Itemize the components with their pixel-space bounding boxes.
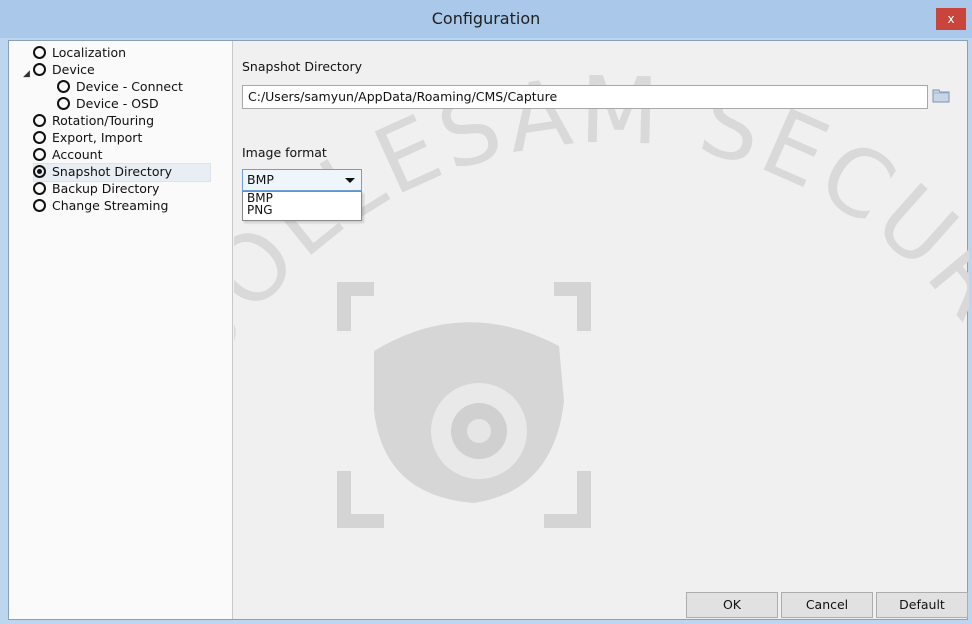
watermark-logo: DOLLESAM SECURITY — [234, 41, 969, 528]
tree-item-label: Account — [52, 147, 103, 162]
dropdown-option-png[interactable]: PNG — [243, 204, 361, 216]
snapshot-directory-input[interactable]: C:/Users/samyun/AppData/Roaming/CMS/Capt… — [242, 85, 928, 109]
tree-item-label: Localization — [52, 45, 127, 60]
tree-item-device-osd[interactable]: Device - OSD — [57, 96, 159, 112]
tree-item-snapshot-directory[interactable]: Snapshot Directory — [33, 164, 172, 180]
tree-item-label: Snapshot Directory — [52, 164, 173, 179]
tree-item-export-import[interactable]: Export, Import — [33, 130, 142, 146]
tree-item-device[interactable]: Device — [33, 62, 95, 78]
tree-item-backup-directory[interactable]: Backup Directory — [33, 181, 159, 197]
radio-icon — [33, 63, 46, 76]
radio-icon — [57, 80, 70, 93]
dome-camera-icon — [374, 322, 564, 503]
cancel-button[interactable]: Cancel — [781, 592, 873, 618]
tree-item-account[interactable]: Account — [33, 147, 102, 163]
radio-icon — [57, 97, 70, 110]
tree-item-label: Backup Directory — [52, 181, 160, 196]
radio-icon — [33, 46, 46, 59]
radio-selected-icon — [33, 165, 46, 178]
configuration-window: Configuration x ◢ Localization Device De… — [0, 0, 972, 624]
chevron-down-icon[interactable] — [345, 178, 355, 183]
dialog-client-area: ◢ Localization Device Device - Connect D… — [8, 40, 969, 620]
image-format-dropdown-list: BMP PNG — [242, 191, 362, 221]
tree-item-localization[interactable]: Localization — [33, 45, 126, 61]
window-title: Configuration — [431, 9, 541, 28]
snapshot-settings-panel: DOLLESAM SECURITY Snapshot Directory C:/… — [234, 41, 969, 619]
tree-item-device-connect[interactable]: Device - Connect — [57, 79, 183, 95]
tree-item-rotation-touring[interactable]: Rotation/Touring — [33, 113, 154, 129]
expand-collapse-icon[interactable]: ◢ — [23, 69, 30, 79]
image-format-label: Image format — [242, 145, 327, 160]
close-button[interactable]: x — [936, 8, 966, 30]
settings-tree: ◢ Localization Device Device - Connect D… — [9, 41, 233, 619]
tree-item-label: Device — [52, 62, 95, 77]
snapshot-directory-label: Snapshot Directory — [242, 59, 363, 74]
tree-item-label: Device - OSD — [76, 96, 159, 111]
tree-item-label: Device - Connect — [76, 79, 183, 94]
radio-icon — [33, 182, 46, 195]
image-format-select[interactable]: BMP — [242, 169, 362, 191]
title-bar[interactable]: Configuration x — [0, 0, 972, 38]
radio-icon — [33, 131, 46, 144]
tree-item-change-streaming[interactable]: Change Streaming — [33, 198, 168, 214]
radio-icon — [33, 114, 46, 127]
image-format-selected-value: BMP — [247, 172, 274, 187]
radio-icon — [33, 199, 46, 212]
default-button[interactable]: Default — [876, 592, 968, 618]
tree-item-label: Change Streaming — [52, 198, 169, 213]
tree-item-label: Rotation/Touring — [52, 113, 155, 128]
folder-icon[interactable] — [932, 87, 950, 103]
radio-icon — [33, 148, 46, 161]
tree-item-label: Export, Import — [52, 130, 143, 145]
ok-button[interactable]: OK — [686, 592, 778, 618]
